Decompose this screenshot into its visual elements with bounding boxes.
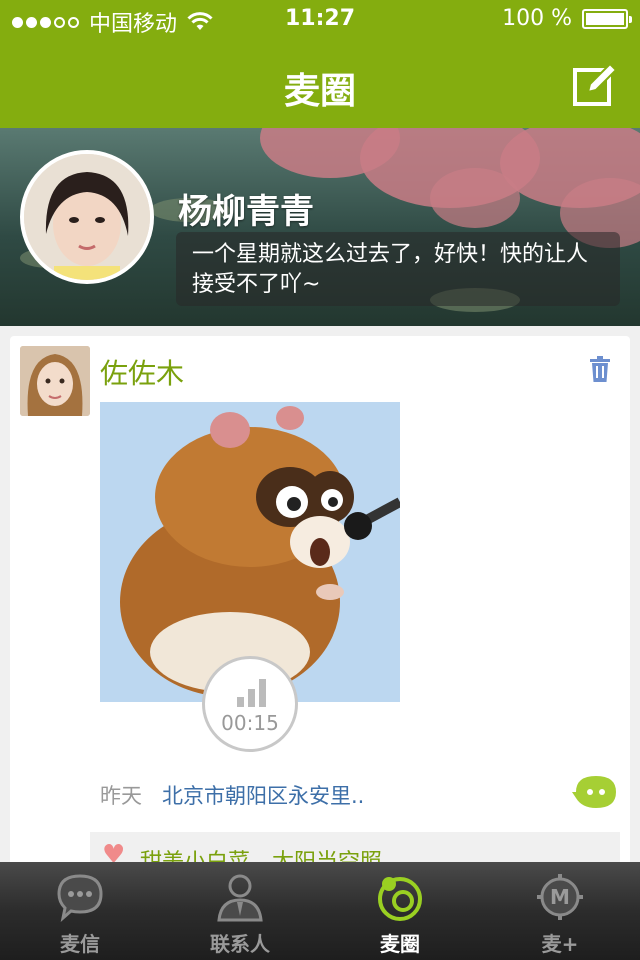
tab-maiquan[interactable]: 麦圈 [320,862,480,960]
voice-duration: 00:15 [221,711,279,735]
author-avatar[interactable] [20,346,90,416]
top-bar: 中国移动 11:27 100 % 麦圈 [0,0,640,128]
circle-icon [378,877,422,921]
tab-maiplus[interactable]: M 麦+ [480,862,640,960]
status-bar: 中国移动 11:27 100 % [0,0,640,40]
voice-play-button[interactable]: 00:15 [202,656,298,752]
tab-contacts[interactable]: 联系人 [160,862,320,960]
battery-percent: 100 % [502,6,572,31]
tab-label: 联系人 [210,932,270,956]
post-location[interactable]: 北京市朝阳区永安里.. [162,780,364,810]
profile-signature: 一个星期就这么过去了，好快！快的让人接受不了吖~ [176,232,620,306]
tab-label: 麦圈 [380,932,420,956]
comment-icon[interactable] [572,774,620,810]
page-title: 麦圈 [283,71,356,112]
tab-bar: 麦信 联系人 麦圈 M 麦+ [0,862,640,960]
post-time: 昨天 [100,784,142,808]
profile-name: 杨柳青青 [178,192,314,232]
m-plus-icon: M [537,874,583,920]
tab-label: 麦+ [541,932,579,956]
battery-icon [582,8,632,29]
svg-text:M: M [550,885,570,909]
compose-icon[interactable] [572,62,618,108]
contacts-icon [217,874,263,922]
tab-maixin[interactable]: 麦信 [0,862,160,960]
post-author[interactable]: 佐佐木 [100,352,184,392]
profile-avatar[interactable] [20,150,154,284]
chat-bubble-icon [57,874,103,922]
trash-icon[interactable] [588,356,612,382]
audio-bars-icon [237,679,266,707]
tab-label: 麦信 [60,932,100,956]
